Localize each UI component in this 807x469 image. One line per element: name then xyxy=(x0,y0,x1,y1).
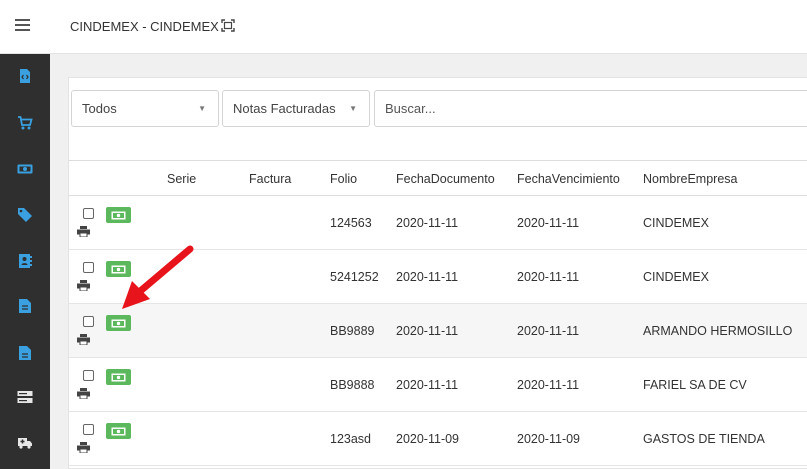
cell-nombre-empresa: CINDEMEX xyxy=(643,270,709,284)
table-row: 5241252 2020-11-11 2020-11-11 CINDEMEX xyxy=(69,250,807,304)
money-icon xyxy=(111,373,126,381)
column-header-nombre-empresa[interactable]: NombreEmpresa xyxy=(643,172,737,186)
document-alt-icon xyxy=(19,346,31,360)
document-icon xyxy=(19,299,31,313)
cell-folio: BB9888 xyxy=(330,378,375,392)
sidebar-item-cart[interactable] xyxy=(0,103,50,143)
cell-fecha-vencimiento: 2020-11-11 xyxy=(517,270,580,284)
cell-fecha-documento: 2020-11-11 xyxy=(396,216,459,230)
sidebar-item-money[interactable] xyxy=(0,149,50,189)
sidebar-item-tags[interactable] xyxy=(0,195,50,235)
print-icon[interactable] xyxy=(77,334,90,345)
print-icon[interactable] xyxy=(77,226,90,237)
table-row: 124563 2020-11-11 2020-11-11 CINDEMEX xyxy=(69,196,807,250)
row-checkbox[interactable] xyxy=(83,262,94,273)
money-icon xyxy=(111,265,126,273)
column-header-folio[interactable]: Folio xyxy=(330,172,357,186)
type-filter-select[interactable]: Notas Facturadas ▼ xyxy=(222,90,370,127)
cell-fecha-documento: 2020-11-11 xyxy=(396,378,459,392)
cell-folio: 124563 xyxy=(330,216,372,230)
pay-button[interactable] xyxy=(106,207,131,223)
print-icon[interactable] xyxy=(77,388,90,399)
print-icon[interactable] xyxy=(77,442,90,453)
table-row: 123asd 2020-11-09 2020-11-09 GASTOS DE T… xyxy=(69,412,807,466)
cell-nombre-empresa: FARIEL SA DE CV xyxy=(643,378,747,392)
column-header-fecha-vencimiento[interactable]: FechaVencimiento xyxy=(517,172,620,186)
table-header: Serie Factura Folio FechaDocumento Fecha… xyxy=(69,160,807,196)
fullscreen-icon[interactable] xyxy=(221,19,235,32)
sidebar-item-document[interactable] xyxy=(0,286,50,326)
main-panel: Todos ▼ Notas Facturadas ▼ Serie Factura… xyxy=(68,77,807,469)
sidebar-item-server[interactable] xyxy=(0,377,50,417)
money-icon xyxy=(111,211,126,219)
pay-button[interactable] xyxy=(106,315,131,331)
status-filter-select[interactable]: Todos ▼ xyxy=(71,90,219,127)
cell-fecha-vencimiento: 2020-11-09 xyxy=(517,432,581,446)
money-icon xyxy=(111,427,126,435)
sidebar-item-code[interactable] xyxy=(0,56,50,96)
cell-nombre-empresa: CINDEMEX xyxy=(643,216,709,230)
search-input[interactable] xyxy=(374,90,807,127)
cell-folio: 5241252 xyxy=(330,270,379,284)
column-header-fecha-documento[interactable]: FechaDocumento xyxy=(396,172,495,186)
row-checkbox[interactable] xyxy=(83,370,94,381)
code-file-icon xyxy=(20,69,30,83)
cell-fecha-vencimiento: 2020-11-11 xyxy=(517,216,580,230)
column-header-serie[interactable]: Serie xyxy=(167,172,196,186)
cell-fecha-vencimiento: 2020-11-11 xyxy=(517,324,580,338)
contacts-book-icon xyxy=(19,254,32,268)
tags-icon xyxy=(18,208,32,222)
row-checkbox[interactable] xyxy=(83,208,94,219)
pay-button[interactable] xyxy=(106,423,131,439)
row-checkbox[interactable] xyxy=(83,424,94,435)
chevron-down-icon: ▼ xyxy=(198,104,206,113)
page-title: CINDEMEX - CINDEMEX xyxy=(70,19,219,34)
pay-button[interactable] xyxy=(106,369,131,385)
pay-button[interactable] xyxy=(106,261,131,277)
server-icon xyxy=(17,391,33,403)
table-row: BB9888 2020-11-11 2020-11-11 FARIEL SA D… xyxy=(69,358,807,412)
money-icon xyxy=(17,164,33,174)
hamburger-menu-icon[interactable] xyxy=(15,19,30,32)
sidebar-item-ambulance[interactable] xyxy=(0,422,50,462)
cell-folio: BB9889 xyxy=(330,324,375,338)
cell-nombre-empresa: ARMANDO HERMOSILLO xyxy=(643,324,793,338)
ambulance-icon xyxy=(18,438,32,449)
row-checkbox[interactable] xyxy=(83,316,94,327)
cell-fecha-documento: 2020-11-11 xyxy=(396,324,459,338)
cart-icon xyxy=(18,116,33,130)
top-bar: CINDEMEX - CINDEMEX xyxy=(0,0,807,54)
table-row: BB9889 2020-11-11 2020-11-11 ARMANDO HER… xyxy=(69,304,807,358)
sidebar-item-contacts[interactable] xyxy=(0,241,50,281)
cell-fecha-documento: 2020-11-11 xyxy=(396,270,459,284)
chevron-down-icon: ▼ xyxy=(349,104,357,113)
money-icon xyxy=(111,319,126,327)
cell-fecha-vencimiento: 2020-11-11 xyxy=(517,378,580,392)
cell-fecha-documento: 2020-11-09 xyxy=(396,432,460,446)
cell-nombre-empresa: GASTOS DE TIENDA xyxy=(643,432,765,446)
sidebar xyxy=(0,54,50,469)
cell-folio: 123asd xyxy=(330,432,372,446)
invoices-table: Serie Factura Folio FechaDocumento Fecha… xyxy=(69,160,807,466)
type-filter-value: Notas Facturadas xyxy=(233,101,336,116)
sidebar-item-document-alt[interactable] xyxy=(0,333,50,373)
status-filter-value: Todos xyxy=(82,101,117,116)
print-icon[interactable] xyxy=(77,280,90,291)
column-header-factura[interactable]: Factura xyxy=(249,172,291,186)
